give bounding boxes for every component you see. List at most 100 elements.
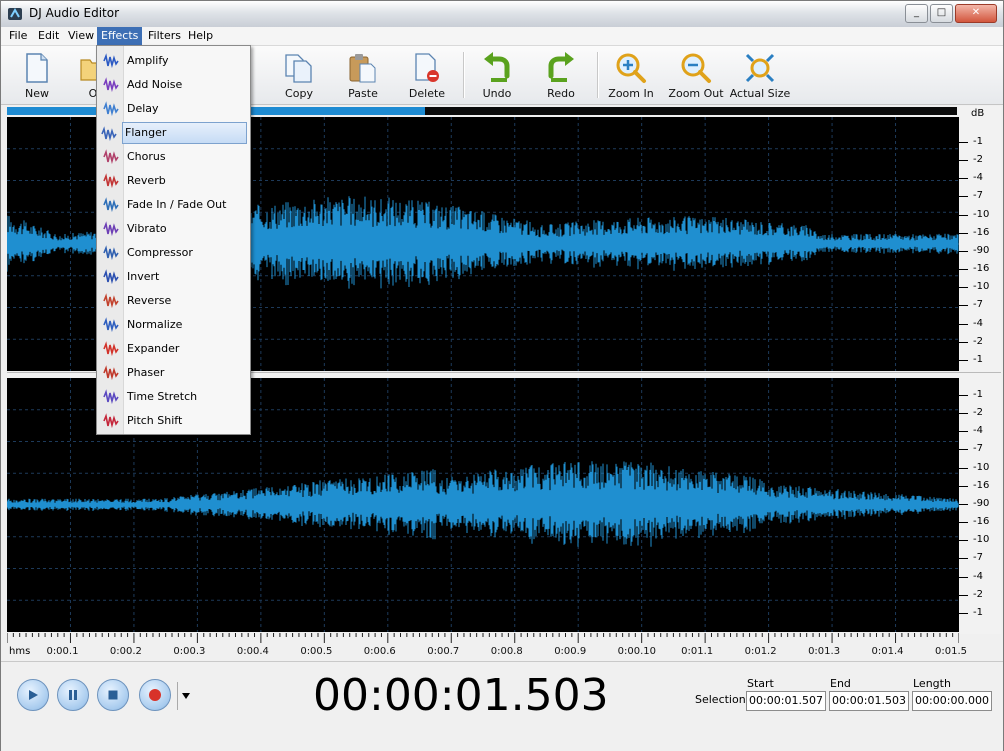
redo-arrow-icon bbox=[548, 52, 574, 82]
effects-menu-item-invert[interactable]: Invert bbox=[99, 266, 248, 288]
title-bar[interactable]: DJ Audio Editor _ □ ✕ bbox=[1, 1, 1003, 28]
time-label: 0:01.2 bbox=[744, 646, 777, 657]
effects-menu-item-reverb[interactable]: Reverb bbox=[99, 170, 248, 192]
zoom-in-icon bbox=[616, 53, 646, 83]
zoom-out-button[interactable]: Zoom Out bbox=[666, 50, 726, 102]
effects-menu-item-label: Phaser bbox=[127, 366, 165, 379]
pitch-shift-icon bbox=[103, 413, 119, 429]
effects-menu-item-phaser[interactable]: Phaser bbox=[99, 362, 248, 384]
effects-menu-item-add-noise[interactable]: Add Noise bbox=[99, 74, 248, 96]
menu-edit[interactable]: Edit bbox=[34, 27, 63, 45]
time-label: 0:00.8 bbox=[490, 646, 523, 657]
minimize-button[interactable]: _ bbox=[905, 4, 928, 23]
db-tick-label: -10 bbox=[958, 208, 990, 220]
db-tick-label: -4 bbox=[959, 317, 983, 329]
effects-menu: Amplify Add Noise Delay Flanger Chorus Reverb… bbox=[96, 45, 251, 435]
effects-menu-item-delay[interactable]: Delay bbox=[99, 98, 248, 120]
time-label: 0:01.1 bbox=[681, 646, 714, 657]
close-button[interactable]: ✕ bbox=[955, 4, 997, 23]
time-label: 0:00.7 bbox=[427, 646, 460, 657]
db-tick-label: -2 bbox=[959, 154, 983, 166]
effects-menu-item-amplify[interactable]: Amplify bbox=[99, 50, 248, 72]
undo-button[interactable]: Undo bbox=[467, 50, 527, 102]
vibrato-icon bbox=[103, 221, 119, 237]
copy-icon bbox=[285, 54, 312, 83]
effects-menu-item-compressor[interactable]: Compressor bbox=[99, 242, 248, 264]
time-unit-label: hms bbox=[9, 646, 31, 657]
maximize-button[interactable]: □ bbox=[930, 4, 953, 23]
actual-size-button[interactable]: Actual Size bbox=[729, 50, 791, 102]
menu-bar: File Edit View Effects Filters Help bbox=[1, 27, 1003, 46]
effects-menu-item-reverse[interactable]: Reverse bbox=[99, 290, 248, 312]
effects-menu-item-label: Add Noise bbox=[127, 78, 183, 91]
time-label: 0:00.3 bbox=[173, 646, 206, 657]
reverse-icon bbox=[103, 293, 119, 309]
effects-menu-item-label: Flanger bbox=[125, 126, 167, 139]
current-time-display: 00:00:01.503 bbox=[313, 670, 609, 721]
play-button[interactable] bbox=[17, 679, 49, 711]
menu-file[interactable]: File bbox=[5, 27, 31, 45]
db-tick-label: -1 bbox=[959, 389, 983, 400]
record-icon bbox=[149, 689, 161, 701]
new-button[interactable]: New bbox=[7, 50, 67, 102]
db-tick-label: -7 bbox=[959, 443, 983, 455]
db-tick-label: -16 bbox=[958, 516, 990, 528]
effects-menu-item-label: Reverse bbox=[127, 294, 172, 307]
db-tick-label: -16 bbox=[958, 263, 990, 275]
selection-start-field[interactable]: 00:00:01.507 bbox=[746, 691, 826, 711]
normalize-icon bbox=[103, 317, 119, 333]
effects-menu-item-fade-in-fade-out[interactable]: Fade In / Fade Out bbox=[99, 194, 248, 216]
selection-length-field[interactable]: 00:00:00.000 bbox=[912, 691, 992, 711]
record-button[interactable] bbox=[139, 679, 171, 711]
play-icon bbox=[29, 690, 38, 700]
chevron-down-icon[interactable] bbox=[181, 692, 191, 700]
chorus-icon bbox=[103, 149, 119, 165]
stop-button[interactable] bbox=[97, 679, 129, 711]
effects-menu-item-normalize[interactable]: Normalize bbox=[99, 314, 248, 336]
effects-menu-item-label: Invert bbox=[127, 270, 160, 283]
end-label: End bbox=[830, 677, 851, 690]
effects-menu-item-time-stretch[interactable]: Time Stretch bbox=[99, 386, 248, 408]
effects-menu-item-pitch-shift[interactable]: Pitch Shift bbox=[99, 410, 248, 432]
db-tick-label: -1 bbox=[959, 606, 983, 618]
reverb-icon bbox=[103, 173, 119, 189]
db-tick-label: -10 bbox=[958, 281, 990, 293]
time-ruler[interactable]: hms 0:00.1 0:00.2 0:00.3 0:00.4 0:00.5 0:00.6… bbox=[7, 633, 967, 659]
db-tick-label: -7 bbox=[959, 190, 983, 202]
effects-menu-item-vibrato[interactable]: Vibrato bbox=[99, 218, 248, 240]
waveform-path bbox=[7, 461, 959, 547]
flanger-icon bbox=[101, 126, 117, 142]
time-ruler-ticks bbox=[7, 633, 959, 643]
redo-button[interactable]: Redo bbox=[531, 50, 591, 102]
copy-button[interactable]: Copy bbox=[269, 50, 329, 102]
menu-view[interactable]: View bbox=[64, 27, 98, 45]
expander-icon bbox=[103, 341, 119, 357]
time-label: 0:00.1 bbox=[46, 646, 79, 657]
time-label: 0:01.4 bbox=[871, 646, 904, 657]
time-label: 0:01.5 bbox=[935, 646, 967, 657]
toolbar-separator bbox=[597, 52, 599, 98]
menu-filters[interactable]: Filters bbox=[144, 27, 185, 45]
effects-menu-item-chorus[interactable]: Chorus bbox=[99, 146, 248, 168]
stop-icon bbox=[108, 690, 118, 700]
delete-document-icon bbox=[415, 53, 439, 82]
effects-menu-item-label: Chorus bbox=[127, 150, 166, 163]
time-stretch-icon bbox=[103, 389, 119, 405]
pause-button[interactable] bbox=[57, 679, 89, 711]
effects-menu-item-label: Amplify bbox=[127, 54, 169, 67]
delete-button[interactable]: Delete bbox=[397, 50, 457, 102]
zoom-in-button[interactable]: Zoom In bbox=[601, 50, 661, 102]
effects-menu-item-label: Vibrato bbox=[127, 222, 167, 235]
db-scale-channel-1: dB -1 -2 -4 -7 -10 -16 -90 -16 -10 -7 -4 -2 -1 bbox=[958, 106, 1001, 372]
actual-size-icon bbox=[745, 53, 775, 83]
menu-help[interactable]: Help bbox=[184, 27, 217, 45]
menu-effects[interactable]: Effects bbox=[97, 27, 143, 45]
db-unit-label: dB bbox=[971, 108, 985, 119]
paste-button[interactable]: Paste bbox=[333, 50, 393, 102]
effects-menu-item-expander[interactable]: Expander bbox=[99, 338, 248, 360]
amplify-icon bbox=[103, 53, 119, 69]
effects-menu-item-flanger[interactable]: Flanger bbox=[101, 122, 247, 144]
selection-end-field[interactable]: 00:00:01.503 bbox=[829, 691, 909, 711]
toolbar-separator bbox=[463, 52, 465, 98]
time-label: 0:01.3 bbox=[808, 646, 841, 657]
